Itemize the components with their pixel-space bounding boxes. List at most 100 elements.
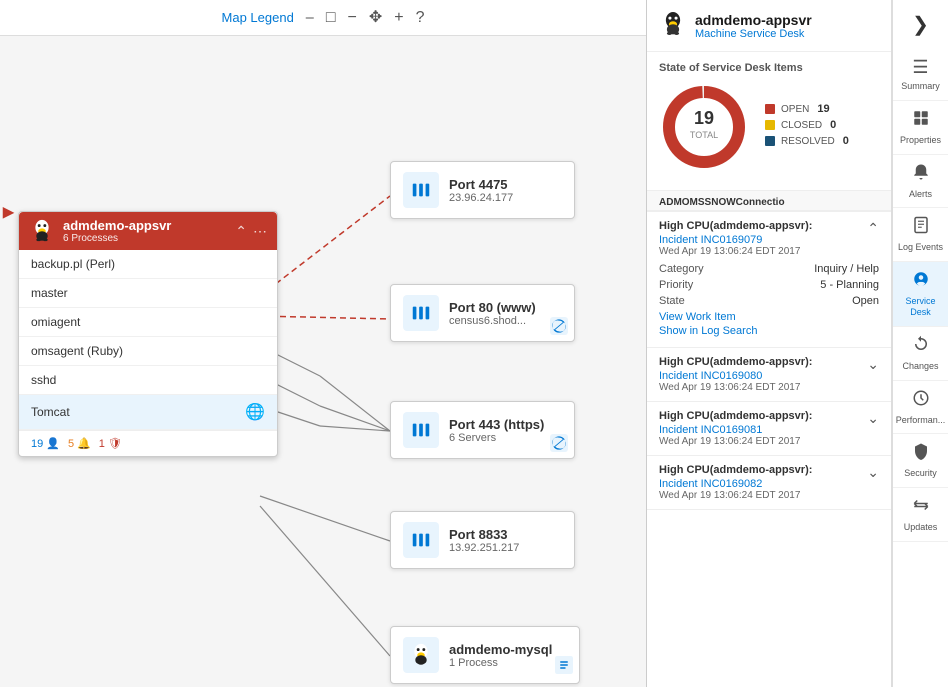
port-name: Port 80 (www) — [449, 300, 536, 315]
incident-title: High CPU(admdemo-appsvr): — [659, 356, 812, 368]
sidebar-item-log-events[interactable]: Log Events — [893, 208, 948, 262]
port-80-card[interactable]: Port 80 (www) census6.shod... — [390, 284, 575, 342]
help-icon[interactable]: ? — [416, 10, 425, 26]
sidebar-item-updates[interactable]: Updates — [893, 488, 948, 542]
collapse-icon[interactable]: ⌃ — [235, 223, 247, 240]
zoom-out-icon[interactable]: − — [347, 10, 356, 26]
sidebar-item-summary[interactable]: ☰ Summary — [893, 49, 948, 101]
category-key: Category — [659, 263, 704, 275]
linux-icon — [29, 218, 55, 244]
process-item[interactable]: master — [19, 279, 277, 308]
priority-key: Priority — [659, 279, 693, 291]
svg-text:TOTAL: TOTAL — [690, 130, 718, 140]
sidebar-label-service-desk: Service Desk — [897, 296, 944, 318]
process-name: omsagent (Ruby) — [31, 344, 123, 358]
snow-title: ADMOMSSNOWConnectio — [647, 191, 891, 211]
resolved-value: 0 — [843, 135, 849, 147]
incident-title: High CPU(admdemo-appsvr): — [659, 464, 812, 476]
sidebar-item-security[interactable]: Security — [893, 434, 948, 488]
process-name: Tomcat — [31, 405, 70, 419]
sidebar-label-log-events: Log Events — [898, 242, 943, 253]
sidebar-chevron-right[interactable]: ❯ — [908, 8, 933, 41]
mysql-name: admdemo-mysql — [449, 642, 552, 657]
resolved-dot — [765, 136, 775, 146]
incident-expand-icon[interactable]: ⌃ — [867, 220, 879, 237]
open-label: OPEN — [781, 104, 809, 115]
panel-subtitle: Machine Service Desk — [695, 28, 812, 40]
incident-expand-icon[interactable]: ⌄ — [867, 410, 879, 427]
zoom-plus-icon[interactable]: □ — [326, 10, 336, 26]
badge-count-blue: 19 👤 — [31, 437, 60, 450]
performance-icon — [912, 389, 930, 412]
incident-3: High CPU(admdemo-appsvr): Incident INC01… — [647, 402, 891, 456]
more-options-icon[interactable]: ⋯ — [253, 223, 267, 240]
process-footer: 19 👤 5 🔔 1 🛡 — [19, 430, 277, 456]
badge-value: 5 — [68, 438, 74, 450]
legend-closed: CLOSED 0 — [765, 119, 849, 131]
incident-title: High CPU(admdemo-appsvr): — [659, 410, 812, 422]
process-item[interactable]: omsagent (Ruby) — [19, 337, 277, 366]
badge-value: 19 — [31, 438, 43, 450]
view-work-item-link[interactable]: View Work Item — [659, 311, 879, 323]
sidebar-label-alerts: Alerts — [909, 189, 932, 200]
port-ip: census6.shod... — [449, 315, 536, 327]
port-name: Port 443 (https) — [449, 417, 544, 432]
incident-number[interactable]: Incident INC0169082 — [659, 478, 812, 490]
right-panel: admdemo-appsvr Machine Service Desk Stat… — [647, 0, 892, 687]
port-name: Port 4475 — [449, 177, 513, 192]
process-item[interactable]: backup.pl (Perl) — [19, 250, 277, 279]
sidebar-label-changes: Changes — [902, 361, 938, 372]
port-badge — [550, 434, 568, 452]
incident-title: High CPU(admdemo-appsvr): — [659, 220, 812, 232]
toolbar: Map Legend ⎯ □ − ✥ + ? — [0, 0, 646, 36]
closed-dot — [765, 120, 775, 130]
fit-screen-icon[interactable]: ✥ — [369, 10, 382, 26]
incident-expand-icon[interactable]: ⌄ — [867, 464, 879, 481]
shield-icon: 🛡 — [108, 437, 122, 450]
incident-expand-icon[interactable]: ⌄ — [867, 356, 879, 373]
detail-category: Category Inquiry / Help — [659, 263, 879, 275]
closed-label: CLOSED — [781, 120, 822, 131]
badge-value: 1 — [99, 438, 105, 450]
incident-number[interactable]: Incident INC0169079 — [659, 234, 812, 246]
zoom-minus-icon[interactable]: ⎯ — [306, 10, 314, 26]
person-icon: 👤 — [46, 437, 60, 450]
process-item-tomcat[interactable]: Tomcat 🌐 — [19, 395, 277, 430]
incident-number[interactable]: Incident INC0169080 — [659, 370, 812, 382]
mysql-icon — [403, 637, 439, 673]
incident-date: Wed Apr 19 13:06:24 EDT 2017 — [659, 436, 812, 447]
map-canvas: ▶ admdemo-appsvr 6 — [0, 36, 646, 687]
port-4475-card[interactable]: Port 4475 23.96.24.177 — [390, 161, 575, 219]
show-log-search-link[interactable]: Show in Log Search — [659, 325, 879, 337]
mysql-card[interactable]: admdemo-mysql 1 Process — [390, 626, 580, 684]
sidebar-label-updates: Updates — [904, 522, 938, 533]
incident-date: Wed Apr 19 13:06:24 EDT 2017 — [659, 382, 812, 393]
alerts-icon — [912, 163, 930, 186]
panel-title: admdemo-appsvr — [695, 12, 812, 28]
sidebar-item-service-desk[interactable]: Service Desk — [893, 262, 948, 327]
alert-icon: 🔔 — [77, 437, 91, 450]
legend-resolved: RESOLVED 0 — [765, 135, 849, 147]
donut-chart-container: 19 TOTAL OPEN 19 CLOSED 0 RESOLVED 0 — [659, 82, 879, 172]
zoom-in-icon[interactable]: + — [394, 10, 403, 26]
process-name: sshd — [31, 373, 56, 387]
sidebar-item-performance[interactable]: Performan... — [893, 381, 948, 435]
sidebar-item-alerts[interactable]: Alerts — [893, 155, 948, 209]
sidebar-label-summary: Summary — [901, 81, 940, 92]
incident-1: High CPU(admdemo-appsvr): Incident INC01… — [647, 211, 891, 348]
process-item[interactable]: omiagent — [19, 308, 277, 337]
map-legend-label: Map Legend — [222, 10, 294, 25]
service-desk-section: State of Service Desk Items 19 TOTAL OPE… — [647, 52, 891, 191]
sidebar-item-changes[interactable]: Changes — [893, 327, 948, 381]
incident-details: Category Inquiry / Help Priority 5 - Pla… — [659, 263, 879, 337]
port-8833-card[interactable]: Port 8833 13.92.251.217 — [390, 511, 575, 569]
sidebar-item-properties[interactable]: Properties — [893, 101, 948, 155]
sidebar-label-properties: Properties — [900, 135, 941, 146]
port-icon — [403, 295, 439, 331]
process-item[interactable]: sshd — [19, 366, 277, 395]
process-name: master — [31, 286, 68, 300]
incident-number[interactable]: Incident INC0169081 — [659, 424, 812, 436]
security-icon — [912, 442, 930, 465]
port-ip: 23.96.24.177 — [449, 192, 513, 204]
port-443-card[interactable]: Port 443 (https) 6 Servers — [390, 401, 575, 459]
